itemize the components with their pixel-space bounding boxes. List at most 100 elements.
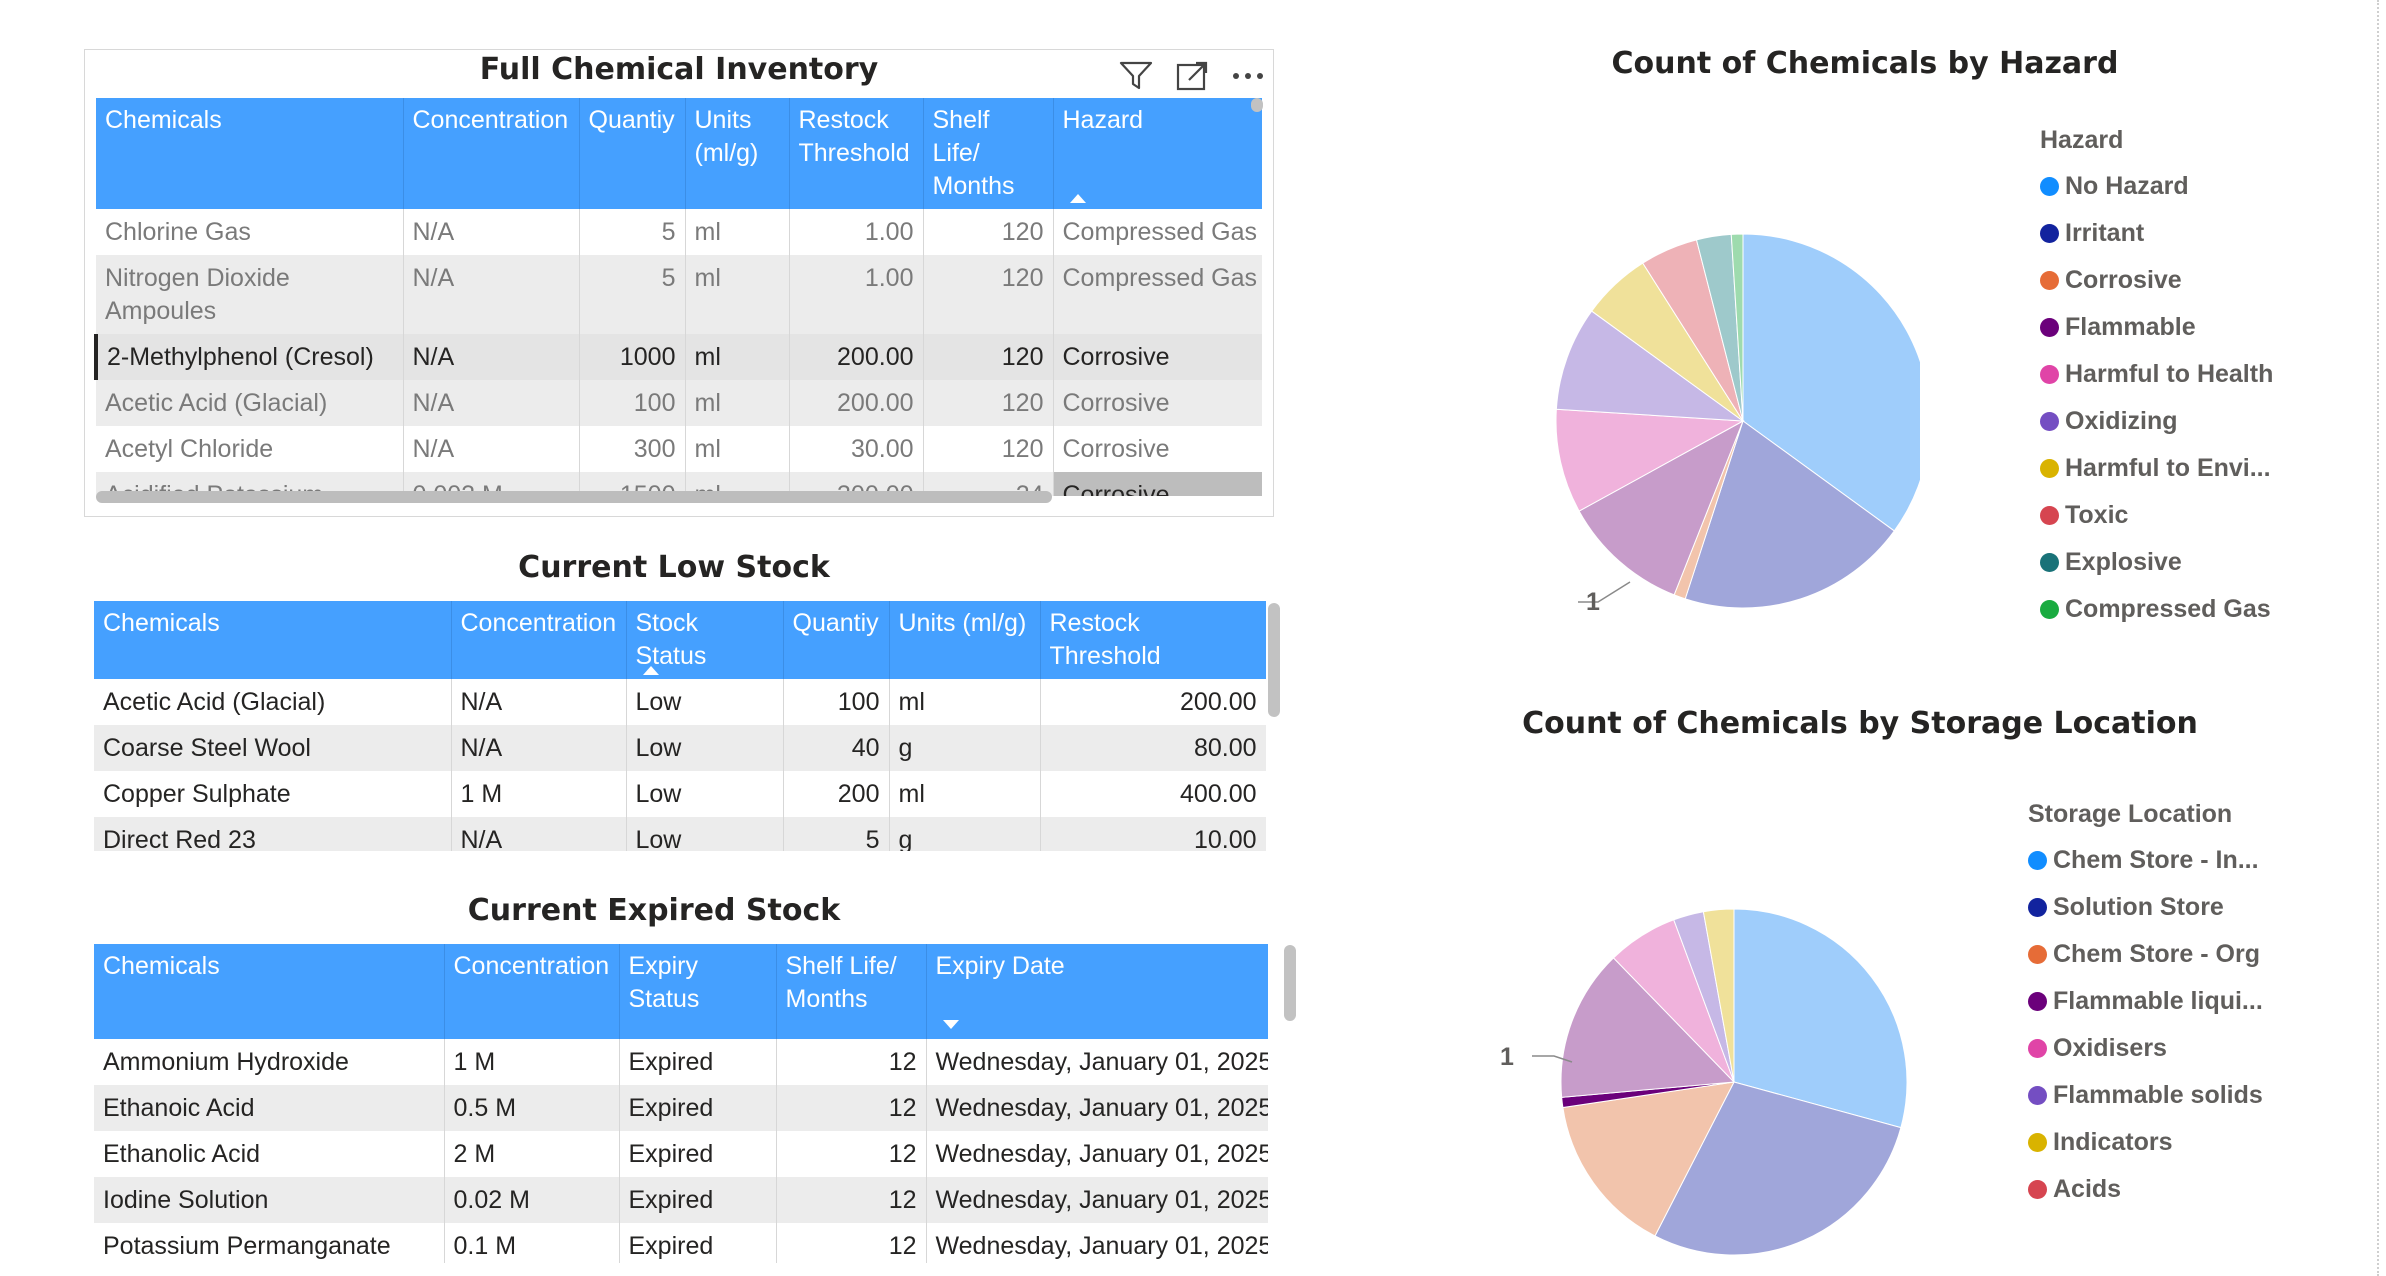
cell-shelf-life: 12	[776, 1131, 927, 1177]
table-row[interactable]: Ethanolic Acid 2 M Expired 12 Wednesday,…	[94, 1131, 1268, 1177]
column-header-shelf-life[interactable]: Shelf Life/ Months	[776, 944, 927, 1039]
sort-descending-icon	[942, 1020, 959, 1029]
column-header-chemicals[interactable]: Chemicals	[94, 944, 445, 1039]
table-row[interactable]: Ethanoic Acid 0.5 M Expired 12 Wednesday…	[94, 1085, 1268, 1131]
focus-mode-icon[interactable]	[1175, 60, 1209, 97]
inventory-vertical-scrollbar[interactable]	[1251, 98, 1263, 112]
table-row[interactable]: Potassium Permanganate 0.1 M Expired 12 …	[94, 1223, 1268, 1263]
more-options-icon[interactable]	[1231, 62, 1265, 95]
cell-chemical: Direct Red 23	[94, 817, 452, 851]
page-edge-divider	[2377, 0, 2379, 1276]
legend-item-explosive[interactable]: Explosive	[2040, 539, 2273, 586]
cell-chemical: Nitrogen Dioxide Ampoules	[96, 255, 404, 334]
legend-item-compressed-gas[interactable]: Compressed Gas	[2040, 586, 2273, 633]
table-row[interactable]: Iodine Solution 0.02 M Expired 12 Wednes…	[94, 1177, 1268, 1223]
storage-pie-chart[interactable]: 1	[1480, 770, 1920, 1270]
column-header-expiry-status[interactable]: Expiry Status	[619, 944, 777, 1039]
table-row[interactable]: Acetic Acid (Glacial) N/A Low 100 ml 200…	[94, 679, 1266, 725]
data-label: 1	[1500, 1043, 1514, 1071]
legend-label: Harmful to Health	[2065, 360, 2274, 388]
cell-restock-threshold: 200.00	[789, 334, 924, 380]
table-row[interactable]: Acetyl Chloride N/A 300 ml 30.00 120 Cor…	[96, 426, 1262, 472]
legend-item-flammable-solids[interactable]: Flammable solids	[2028, 1072, 2263, 1119]
column-header-hazard[interactable]: Hazard	[1053, 98, 1262, 209]
column-header-concentration[interactable]: Concentration	[403, 98, 580, 209]
cell-units: g	[889, 817, 1041, 851]
table-row[interactable]: Chlorine Gas N/A 5 ml 1.00 120 Compresse…	[96, 209, 1262, 255]
table-row[interactable]: Nitrogen Dioxide Ampoules N/A 5 ml 1.00 …	[96, 255, 1262, 334]
cell-expiry-date: Wednesday, January 01, 2025	[926, 1039, 1268, 1085]
legend-item-irritant[interactable]: Irritant	[2040, 210, 2273, 257]
cell-stock-status: Low	[626, 725, 784, 771]
table-row-selected[interactable]: 2-Methylphenol (Cresol) N/A 1000 ml 200.…	[94, 334, 1262, 380]
hazard-pie-visual: Count of Chemicals by Hazard 1 Hazard No…	[1480, 40, 2360, 660]
column-header-restock-threshold[interactable]: Restock Threshold	[1040, 601, 1266, 679]
sort-ascending-icon	[642, 666, 659, 675]
column-header-expiry-date[interactable]: Expiry Date	[926, 944, 1268, 1039]
legend-label: Solution Store	[2053, 893, 2224, 921]
legend-item-indicators[interactable]: Indicators	[2028, 1119, 2263, 1166]
cell-shelf-life: 12	[776, 1085, 927, 1131]
legend-item-solution-store[interactable]: Solution Store	[2028, 884, 2263, 931]
inventory-table: Chemicals Concentration Quantiy Units (m…	[94, 98, 1262, 496]
cell-hazard: Corrosive	[1053, 426, 1262, 472]
column-header-restock-threshold[interactable]: Restock Threshold	[789, 98, 924, 209]
legend-item-oxidisers[interactable]: Oxidisers	[2028, 1025, 2263, 1072]
column-header-concentration[interactable]: Concentration	[444, 944, 620, 1039]
column-header-hazard-label: Hazard	[1062, 106, 1144, 134]
legend-marker	[2040, 459, 2059, 478]
column-header-chemicals[interactable]: Chemicals	[94, 601, 452, 679]
table-row[interactable]: Copper Sulphate 1 M Low 200 ml 400.00	[94, 771, 1266, 817]
cell-units: ml	[685, 380, 790, 426]
cell-hazard: Corrosive	[1053, 380, 1262, 426]
cell-shelf-life: 12	[776, 1039, 927, 1085]
legend-marker	[2028, 898, 2047, 917]
legend-marker	[2040, 600, 2059, 619]
cell-quantity: 5	[579, 255, 686, 334]
storage-legend: Storage Location Chem Store - In... Solut…	[2028, 800, 2263, 1213]
filter-icon[interactable]	[1119, 60, 1153, 97]
legend-item-chem-store-in[interactable]: Chem Store - In...	[2028, 837, 2263, 884]
legend-item-toxic[interactable]: Toxic	[2040, 492, 2273, 539]
column-header-stock-status-label: Stock Status	[635, 609, 707, 670]
expired-stock-vertical-scrollbar[interactable]	[1284, 945, 1296, 1021]
legend-marker	[2028, 1039, 2047, 1058]
legend-item-acids[interactable]: Acids	[2028, 1166, 2263, 1213]
cell-concentration: 0.02 M	[444, 1177, 620, 1223]
column-header-quantity[interactable]: Quantiy	[783, 601, 890, 679]
table-row[interactable]: Ammonium Hydroxide 1 M Expired 12 Wednes…	[94, 1039, 1268, 1085]
hazard-pie-chart[interactable]: 1	[1480, 120, 1920, 640]
legend-label: Explosive	[2065, 548, 2182, 576]
table-row[interactable]: Direct Red 23 N/A Low 5 g 10.00	[94, 817, 1266, 851]
low-stock-vertical-scrollbar[interactable]	[1268, 603, 1280, 717]
legend-item-no-hazard[interactable]: No Hazard	[2040, 163, 2273, 210]
legend-item-oxidizing[interactable]: Oxidizing	[2040, 398, 2273, 445]
legend-item-corrosive[interactable]: Corrosive	[2040, 257, 2273, 304]
legend-label: Compressed Gas	[2065, 595, 2271, 623]
column-header-chemicals[interactable]: Chemicals	[96, 98, 404, 209]
cell-concentration: N/A	[403, 380, 580, 426]
column-header-units[interactable]: Units (ml/g)	[685, 98, 790, 209]
low-stock-table: Chemicals Concentration Stock Status Qua…	[94, 601, 1266, 851]
cell-quantity: 40	[783, 725, 890, 771]
expired-stock-visual: Current Expired Stock Chemicals Concentr…	[84, 893, 1304, 1263]
legend-marker	[2040, 506, 2059, 525]
legend-marker	[2040, 365, 2059, 384]
cell-hazard-highlighted: Corrosive	[1053, 472, 1262, 496]
legend-item-harmful-to-envi[interactable]: Harmful to Envi...	[2040, 445, 2273, 492]
cell-shelf-life: 120	[923, 380, 1054, 426]
cell-shelf-life: 120	[923, 426, 1054, 472]
column-header-stock-status[interactable]: Stock Status	[626, 601, 784, 679]
legend-item-flammable-liqui[interactable]: Flammable liqui...	[2028, 978, 2263, 1025]
legend-item-harmful-to-health[interactable]: Harmful to Health	[2040, 351, 2273, 398]
column-header-quantity[interactable]: Quantiy	[579, 98, 686, 209]
table-row[interactable]: Acetic Acid (Glacial) N/A 100 ml 200.00 …	[96, 380, 1262, 426]
inventory-horizontal-scrollbar[interactable]	[96, 491, 1052, 503]
legend-item-flammable[interactable]: Flammable	[2040, 304, 2273, 351]
cell-chemical: Ethanolic Acid	[94, 1131, 445, 1177]
column-header-concentration[interactable]: Concentration	[451, 601, 627, 679]
legend-item-chem-store-org[interactable]: Chem Store - Org	[2028, 931, 2263, 978]
table-row[interactable]: Coarse Steel Wool N/A Low 40 g 80.00	[94, 725, 1266, 771]
column-header-shelf-life[interactable]: Shelf Life/ Months	[923, 98, 1054, 209]
column-header-units[interactable]: Units (ml/g)	[889, 601, 1041, 679]
